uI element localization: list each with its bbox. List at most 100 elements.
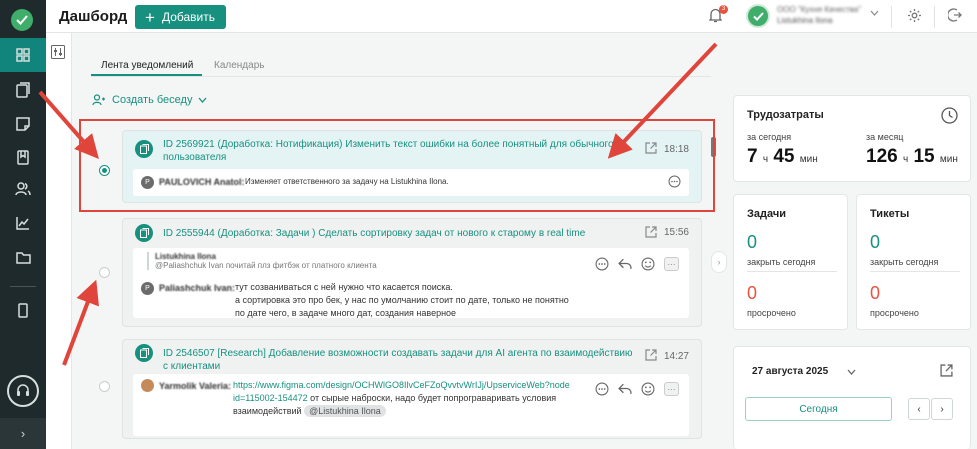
- sidebar-item-files[interactable]: [0, 240, 46, 274]
- sidebar-item-clients[interactable]: [0, 172, 46, 206]
- emoji-icon[interactable]: [641, 257, 655, 271]
- feed-card-message: Yarmolik Valeria: https://www.figma.com/…: [133, 374, 689, 436]
- gear-icon[interactable]: [907, 8, 922, 23]
- quote-text: @Paliashchuk Ivan почитай плз фитбэк от …: [155, 261, 377, 270]
- message-author: Yarmolik Valeria:: [159, 381, 232, 391]
- tab-feed[interactable]: Лента уведомлений: [101, 60, 193, 71]
- task-icon: [135, 344, 153, 362]
- message-link[interactable]: https://www.figma.com/design/OCHWlGO8Ilv…: [233, 379, 593, 392]
- sidebar-item-analytics[interactable]: [0, 206, 46, 240]
- feed-item-radio[interactable]: [99, 267, 110, 278]
- reply-icon[interactable]: [618, 382, 632, 396]
- check-icon: [753, 12, 764, 21]
- message-actions: ···: [595, 382, 679, 396]
- sidebar-expand-button[interactable]: ›: [0, 418, 46, 449]
- chevron-down-icon: [198, 97, 207, 103]
- topbar-divider: [891, 6, 892, 28]
- chevron-right-icon: ›: [940, 403, 944, 415]
- external-link-icon[interactable]: [940, 364, 953, 377]
- sidebar-item-dashboard[interactable]: [0, 38, 46, 72]
- today-minutes: 45: [773, 146, 795, 167]
- emoji-icon[interactable]: [641, 382, 655, 396]
- more-icon[interactable]: ···: [664, 257, 679, 271]
- message-text: тут созваниваться с ней нужно что касает…: [235, 281, 569, 320]
- chevron-right-icon: ›: [20, 426, 26, 441]
- tickets-overdue-count: 0: [870, 283, 881, 303]
- month-time: 126 ч 15 мин: [866, 146, 958, 168]
- message-line: а сортировка это про бек, у нас по умолч…: [235, 295, 569, 305]
- chart-line-icon: [16, 217, 29, 230]
- org-avatar[interactable]: [746, 4, 770, 28]
- tasks-overdue-count: 0: [747, 283, 758, 303]
- filter-strip: [46, 33, 72, 449]
- panel-toggle-button[interactable]: ›: [711, 251, 727, 273]
- grid-icon: [16, 48, 30, 62]
- tasks-close-today-label: закрыть сегодня: [747, 257, 816, 267]
- more-icon[interactable]: ···: [664, 382, 679, 396]
- external-link-icon[interactable]: [645, 226, 657, 238]
- labor-panel: Трудозатраты за сегодня за месяц 7 ч 45 …: [733, 95, 971, 182]
- message-actions: ···: [595, 257, 679, 271]
- tab-calendar[interactable]: Календарь: [214, 60, 264, 71]
- logout-icon[interactable]: [948, 8, 962, 22]
- month-label: за месяц: [866, 132, 904, 142]
- sidebar-item-tasks[interactable]: [0, 73, 46, 107]
- add-button[interactable]: + Добавить: [135, 5, 226, 29]
- sidebar-item-mobile[interactable]: [0, 293, 46, 327]
- message-text: https://www.figma.com/design/OCHWlGO8Ilv…: [233, 379, 593, 418]
- phone-icon: [18, 302, 28, 318]
- tasks-close-today-count: 0: [747, 232, 758, 252]
- add-button-label: Добавить: [161, 10, 215, 24]
- prev-day-button[interactable]: ‹: [908, 398, 930, 420]
- feed-item-radio[interactable]: [99, 381, 110, 392]
- today-time: 7 ч 45 мин: [747, 146, 818, 168]
- headset-icon: [17, 384, 29, 396]
- chevron-down-icon[interactable]: [870, 10, 879, 16]
- sidebar-item-documents[interactable]: [0, 140, 46, 174]
- feed-card[interactable]: ID 2555944 (Доработка: Задачи ) Сделать …: [122, 218, 702, 327]
- tickets-panel[interactable]: Тикеты 0 закрыть сегодня 0 просрочено: [856, 194, 971, 330]
- calendar-date[interactable]: 27 августа 2025: [752, 366, 828, 377]
- sliders-icon[interactable]: [51, 45, 65, 59]
- comment-icon[interactable]: [595, 257, 609, 271]
- feed-card-title[interactable]: ID 2555944 (Доработка: Задачи ) Сделать …: [163, 227, 633, 240]
- clock-icon[interactable]: [941, 107, 958, 124]
- hours-unit: ч: [902, 154, 909, 165]
- user-group-icon: [92, 94, 105, 106]
- create-chat-button[interactable]: Создать беседу: [92, 94, 207, 106]
- sidebar-divider: [10, 286, 36, 287]
- tickets-title: Тикеты: [870, 208, 910, 220]
- tasks-overdue-label: просрочено: [747, 308, 796, 318]
- feed-card-time: 14:27: [663, 351, 689, 362]
- avatar: P: [141, 282, 154, 295]
- minutes-unit: мин: [799, 154, 818, 165]
- labor-title: Трудозатраты: [747, 109, 824, 121]
- chevron-right-icon: ›: [717, 257, 721, 267]
- divider: [747, 271, 837, 272]
- user-name: Listukhina Ilona: [777, 16, 833, 25]
- tickets-overdue-label: просрочено: [870, 308, 919, 318]
- tickets-close-today-label: закрыть сегодня: [870, 257, 939, 267]
- user-mention[interactable]: @Listukhina Ilona: [304, 405, 386, 417]
- message-link[interactable]: id=115002-154472: [233, 393, 308, 403]
- support-button[interactable]: [7, 375, 39, 407]
- tasks-panel[interactable]: Задачи 0 закрыть сегодня 0 просрочено: [733, 194, 848, 330]
- users-icon: [15, 182, 31, 196]
- chevron-down-icon[interactable]: [847, 369, 856, 375]
- active-tab-indicator: [91, 74, 202, 76]
- today-button[interactable]: Сегодня: [745, 397, 892, 421]
- next-day-button[interactable]: ›: [931, 398, 953, 420]
- app-logo[interactable]: [11, 9, 33, 31]
- sidebar: ›: [0, 0, 46, 449]
- external-link-icon[interactable]: [645, 349, 657, 361]
- comment-icon[interactable]: [595, 382, 609, 396]
- feed-card-title[interactable]: ID 2546507 [Research] Добавление возможн…: [163, 347, 633, 373]
- sidebar-item-notes[interactable]: [0, 107, 46, 141]
- reply-icon[interactable]: [618, 257, 632, 271]
- page-title: Дашборд: [59, 8, 128, 25]
- org-name: ООО "Кухня Качества": [777, 5, 862, 14]
- task-icon: [135, 224, 153, 242]
- folder-icon: [15, 251, 31, 264]
- topbar-divider: [934, 6, 935, 28]
- feed-card[interactable]: ID 2546507 [Research] Добавление возможн…: [122, 339, 702, 439]
